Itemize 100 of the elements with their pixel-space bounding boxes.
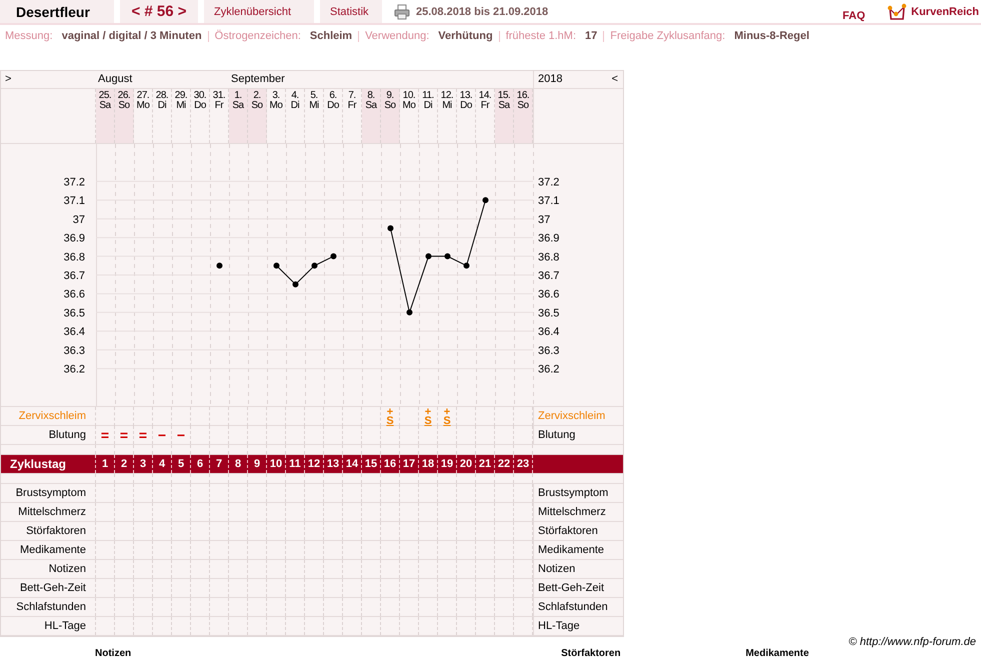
info-value: vaginal / digital / 3 Minuten xyxy=(62,30,202,42)
date-label: 3. Mo xyxy=(267,89,286,143)
axis-tick-label: 36.6 xyxy=(64,288,85,301)
row-label: HL-Tage xyxy=(533,617,622,635)
row-label: Zervixschleim xyxy=(1,407,96,426)
cycle-day-number: 10 xyxy=(267,455,286,473)
cycle-day-number: 8 xyxy=(229,455,248,473)
row-label: Medikamente xyxy=(533,541,622,559)
cycle-day-number: 9 xyxy=(248,455,267,473)
app-title: Desertfleur xyxy=(0,0,114,23)
row-label: Störfaktoren xyxy=(1,522,96,540)
row-label: Blutung xyxy=(1,426,96,444)
row-label: Mittelschmerz xyxy=(1,503,96,521)
row-label: Notizen xyxy=(533,560,622,578)
data-point xyxy=(444,253,450,260)
axis-tick-label: 36.7 xyxy=(538,270,560,282)
cycle-navigation[interactable]: < # 56 > xyxy=(120,0,198,23)
row-label: Zervixschleim xyxy=(533,407,622,426)
info-label: Messung: xyxy=(5,30,53,42)
row-label: Brustsymptom xyxy=(533,484,622,502)
year-label: 2018 xyxy=(538,72,562,87)
info-label: früheste 1.hM: xyxy=(506,30,576,42)
cycle-day-number: 15 xyxy=(362,455,381,473)
cycle-day-number: 2 xyxy=(115,455,134,473)
month-label: August xyxy=(97,72,134,87)
row-label: Notizen xyxy=(1,560,96,578)
date-label: 10. Mo xyxy=(400,89,419,143)
nav-tab[interactable]: Zyklenübersicht xyxy=(204,0,314,23)
cycle-day-number: 21 xyxy=(476,455,495,473)
date-label: 6. Do xyxy=(324,89,343,143)
row-label: Bett-Geh-Zeit xyxy=(533,579,622,597)
axis-tick-label: 37.2 xyxy=(64,176,85,188)
date-label: 28. Di xyxy=(153,89,172,143)
data-point xyxy=(426,253,432,260)
axis-tick-label: 37 xyxy=(538,214,550,226)
row-label: Schlafstunden xyxy=(533,598,622,616)
row-label: Mittelschmerz xyxy=(533,503,622,521)
row-label: Medikamente xyxy=(1,541,96,559)
printer-icon[interactable] xyxy=(394,4,410,20)
mucus-mark: + S xyxy=(419,407,438,426)
faq-link[interactable]: FAQ xyxy=(842,10,866,22)
next-button[interactable]: < xyxy=(612,71,618,88)
axis-tick-label: 36.5 xyxy=(538,307,560,320)
cycle-day-number: 20 xyxy=(457,455,476,473)
data-point xyxy=(388,225,394,232)
date-label: 26. So xyxy=(115,89,134,143)
section-heading: Notizen xyxy=(95,648,132,658)
axis-tick-label: 36.9 xyxy=(538,232,560,245)
axis-tick-label: 36.7 xyxy=(64,270,85,282)
axis-tick-label: 37.1 xyxy=(538,195,560,208)
date-label: 30. Do xyxy=(191,89,210,143)
axis-tick-label: 36.2 xyxy=(64,364,85,376)
axis-tick-label: 36.4 xyxy=(64,326,85,338)
cycle-day-number: 16 xyxy=(381,455,400,473)
cycle-day-number: 1 xyxy=(96,455,115,473)
section-heading: Medikamente xyxy=(746,648,809,658)
date-label: 1. Sa xyxy=(229,89,248,143)
mucus-mark: + S xyxy=(381,407,400,426)
axis-tick-label: 36.6 xyxy=(538,288,560,301)
info-value: Schleim xyxy=(310,30,352,42)
info-value: 17 xyxy=(585,30,598,42)
date-label: 8. Sa xyxy=(362,89,381,143)
date-label: 13. Do xyxy=(457,89,476,143)
data-point xyxy=(312,262,318,269)
data-point xyxy=(482,197,488,204)
nav-tab[interactable]: Statistik xyxy=(320,0,382,23)
info-label: Östrogenzeichen: xyxy=(214,30,301,42)
row-label: Brustsymptom xyxy=(1,484,96,502)
cycle-day-number: 11 xyxy=(286,455,305,473)
date-label: 15. Sa xyxy=(495,89,514,143)
cycle-day-number: 5 xyxy=(172,455,191,473)
data-point xyxy=(464,262,470,269)
info-value: Verhütung xyxy=(438,30,493,42)
mucus-mark: + S xyxy=(438,407,457,426)
axis-tick-label: 36.8 xyxy=(538,251,560,264)
info-label: Verwendung: xyxy=(365,30,430,42)
date-label: 4. Di xyxy=(286,89,305,143)
bleeding-mark: = xyxy=(115,426,134,444)
row-label: Blutung xyxy=(533,426,622,444)
row-label: Störfaktoren xyxy=(533,522,622,540)
cycle-day-number: 13 xyxy=(324,455,343,473)
row-label: Zyklustag xyxy=(1,455,96,473)
row-label: HL-Tage xyxy=(1,617,96,635)
axis-tick-label: 36.3 xyxy=(64,344,85,357)
previous-button[interactable]: > xyxy=(1,71,96,88)
cycle-day-number: 23 xyxy=(514,455,533,473)
section-heading: Störfaktoren xyxy=(561,648,621,658)
axis-tick-label: 37.1 xyxy=(64,195,85,208)
date-label: 25. Sa xyxy=(96,89,115,143)
axis-tick-label: 36.4 xyxy=(538,326,560,338)
date-label: 11. Di xyxy=(419,89,438,143)
axis-tick-label: 36.5 xyxy=(64,307,85,320)
data-point xyxy=(330,253,336,260)
cycle-day-number: 22 xyxy=(495,455,514,473)
bleeding-mark: = xyxy=(134,426,153,444)
axis-tick-label: 36.9 xyxy=(64,232,85,245)
data-point xyxy=(406,309,412,316)
cycle-day-number: 14 xyxy=(343,455,362,473)
date-label: 2. So xyxy=(248,89,267,143)
cycle-day-number: 7 xyxy=(210,455,229,473)
